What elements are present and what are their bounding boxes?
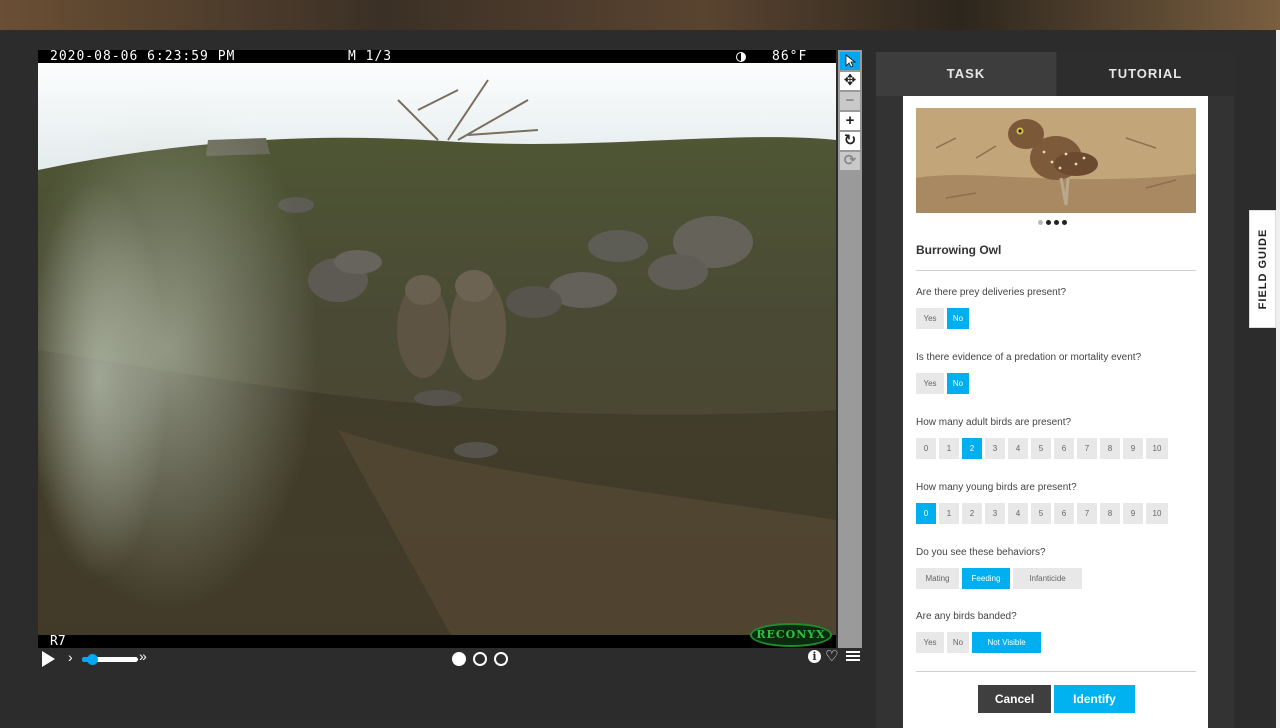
frame-dot[interactable] [494, 652, 508, 666]
pan-icon[interactable]: ✥ [840, 72, 860, 90]
tab-tutorial[interactable]: TUTORIAL [1057, 52, 1234, 96]
answer-option[interactable]: 4 [1008, 438, 1028, 459]
answer-option[interactable]: Yes [916, 308, 944, 329]
play-icon[interactable] [42, 651, 55, 667]
answer-option[interactable]: Yes [916, 373, 944, 394]
answer-option[interactable]: 8 [1100, 503, 1120, 524]
carousel-dot[interactable] [1062, 220, 1067, 225]
species-name: Burrowing Owl [916, 243, 1002, 257]
answer-option[interactable]: 10 [1146, 438, 1168, 459]
question-text: How many young birds are present? [916, 482, 1077, 493]
subject-image-viewer[interactable]: 2020-08-06 6:23:59 PM M 1/3 86°F R7 RECO… [38, 50, 836, 648]
field-guide-label: FIELD GUIDE [1256, 228, 1269, 310]
question-text: Do you see these behaviors? [916, 547, 1046, 558]
answer-option[interactable]: Not Visible [972, 632, 1041, 653]
answer-option[interactable]: 6 [1054, 503, 1074, 524]
answer-option[interactable]: 10 [1146, 503, 1168, 524]
reconyx-logo: RECONYX [750, 623, 832, 647]
answer-option[interactable]: Yes [916, 632, 944, 653]
answer-option[interactable]: 9 [1123, 503, 1143, 524]
answer-option[interactable]: 5 [1031, 503, 1051, 524]
task-tabs: TASK TUTORIAL [876, 52, 1234, 96]
question-text: Is there evidence of a predation or mort… [916, 352, 1142, 363]
timestamp: 2020-08-06 6:23:59 PM [50, 50, 236, 64]
temperature: 86°F [772, 50, 808, 64]
frame-dot[interactable] [473, 652, 487, 666]
answer-option[interactable]: No [947, 632, 969, 653]
slower-icon[interactable]: › [68, 649, 73, 665]
identify-button[interactable]: Identify [1054, 685, 1135, 713]
pointer-icon[interactable] [840, 52, 860, 70]
species-example-image [916, 108, 1196, 213]
answer-option[interactable]: 2 [962, 438, 982, 459]
divider [916, 270, 1196, 271]
window-edge [1276, 30, 1280, 728]
camera-trap-photo [38, 50, 836, 648]
question-text: Are any birds banded? [916, 611, 1017, 622]
camera-id: R7 [50, 634, 66, 648]
carousel-dot[interactable] [1038, 220, 1043, 225]
rotate-icon[interactable]: ↻ [840, 132, 860, 150]
camera-footer-bar: R7 RECONYX [38, 623, 836, 648]
answer-option[interactable]: 1 [939, 503, 959, 524]
reset-icon[interactable]: ⟳ [840, 152, 860, 170]
background-banner-image [0, 0, 1280, 30]
answer-option[interactable]: 5 [1031, 438, 1051, 459]
heart-icon[interactable]: ♡ [825, 647, 838, 665]
field-guide-tab[interactable]: FIELD GUIDE [1249, 210, 1276, 328]
answer-option[interactable]: 6 [1054, 438, 1074, 459]
speed-slider-knob[interactable] [87, 654, 98, 665]
answer-option[interactable]: 7 [1077, 438, 1097, 459]
playback-controls: › » i ♡ [38, 648, 862, 670]
camera-info-bar: 2020-08-06 6:23:59 PM M 1/3 86°F [38, 50, 836, 63]
answer-option[interactable]: 7 [1077, 503, 1097, 524]
question-text: How many adult birds are present? [916, 417, 1072, 428]
collection-list-icon[interactable] [846, 651, 860, 663]
zoom-in-icon[interactable]: + [840, 112, 860, 130]
task-panel: Burrowing Owl Are there prey deliveries … [903, 96, 1208, 728]
owl-photo [916, 108, 1196, 213]
answer-option[interactable]: Feeding [962, 568, 1010, 589]
cancel-button[interactable]: Cancel [978, 685, 1051, 713]
answer-option[interactable]: 3 [985, 438, 1005, 459]
answer-option[interactable]: 2 [962, 503, 982, 524]
image-toolbar: ✥ − + ↻ ⟳ [838, 50, 862, 648]
question-text: Are there prey deliveries present? [916, 287, 1067, 298]
answer-option[interactable]: 1 [939, 438, 959, 459]
answer-option[interactable]: No [947, 373, 969, 394]
info-icon[interactable]: i [808, 650, 821, 663]
carousel-dot[interactable] [1054, 220, 1059, 225]
capture-mode: M 1/3 [348, 50, 393, 64]
tab-task[interactable]: TASK [876, 52, 1056, 96]
answer-option[interactable]: 0 [916, 503, 936, 524]
moon-phase-icon [736, 52, 746, 62]
answer-option[interactable]: 8 [1100, 438, 1120, 459]
answer-option[interactable]: 0 [916, 438, 936, 459]
divider [916, 671, 1196, 672]
answer-option[interactable]: 9 [1123, 438, 1143, 459]
frame-dot[interactable] [452, 652, 466, 666]
answer-option[interactable]: No [947, 308, 969, 329]
answer-option[interactable]: 3 [985, 503, 1005, 524]
carousel-dot[interactable] [1046, 220, 1051, 225]
answer-option[interactable]: Mating [916, 568, 959, 589]
zoom-out-icon[interactable]: − [840, 92, 860, 110]
answer-option[interactable]: Infanticide [1013, 568, 1082, 589]
answer-option[interactable]: 4 [1008, 503, 1028, 524]
faster-icon[interactable]: » [139, 648, 147, 664]
